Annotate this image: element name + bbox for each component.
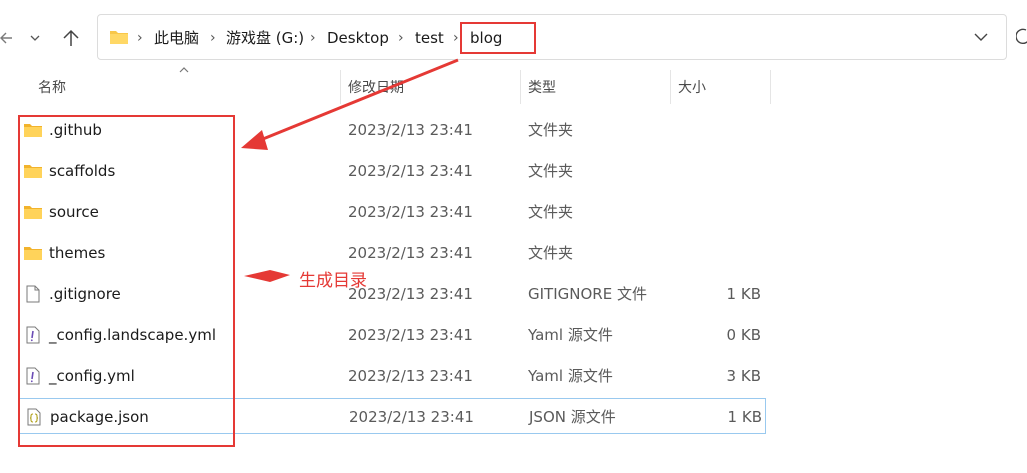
annotation-arrows: [241, 58, 459, 282]
annotation-label: 生成目录: [299, 271, 367, 291]
arrow-line: [257, 58, 459, 143]
arrow-left-icon: [244, 270, 290, 282]
arrow-head: [241, 130, 268, 150]
file-explorer-window: › 此电脑 › 游戏盘 (G:) › Desktop › test › blog…: [0, 0, 1027, 473]
